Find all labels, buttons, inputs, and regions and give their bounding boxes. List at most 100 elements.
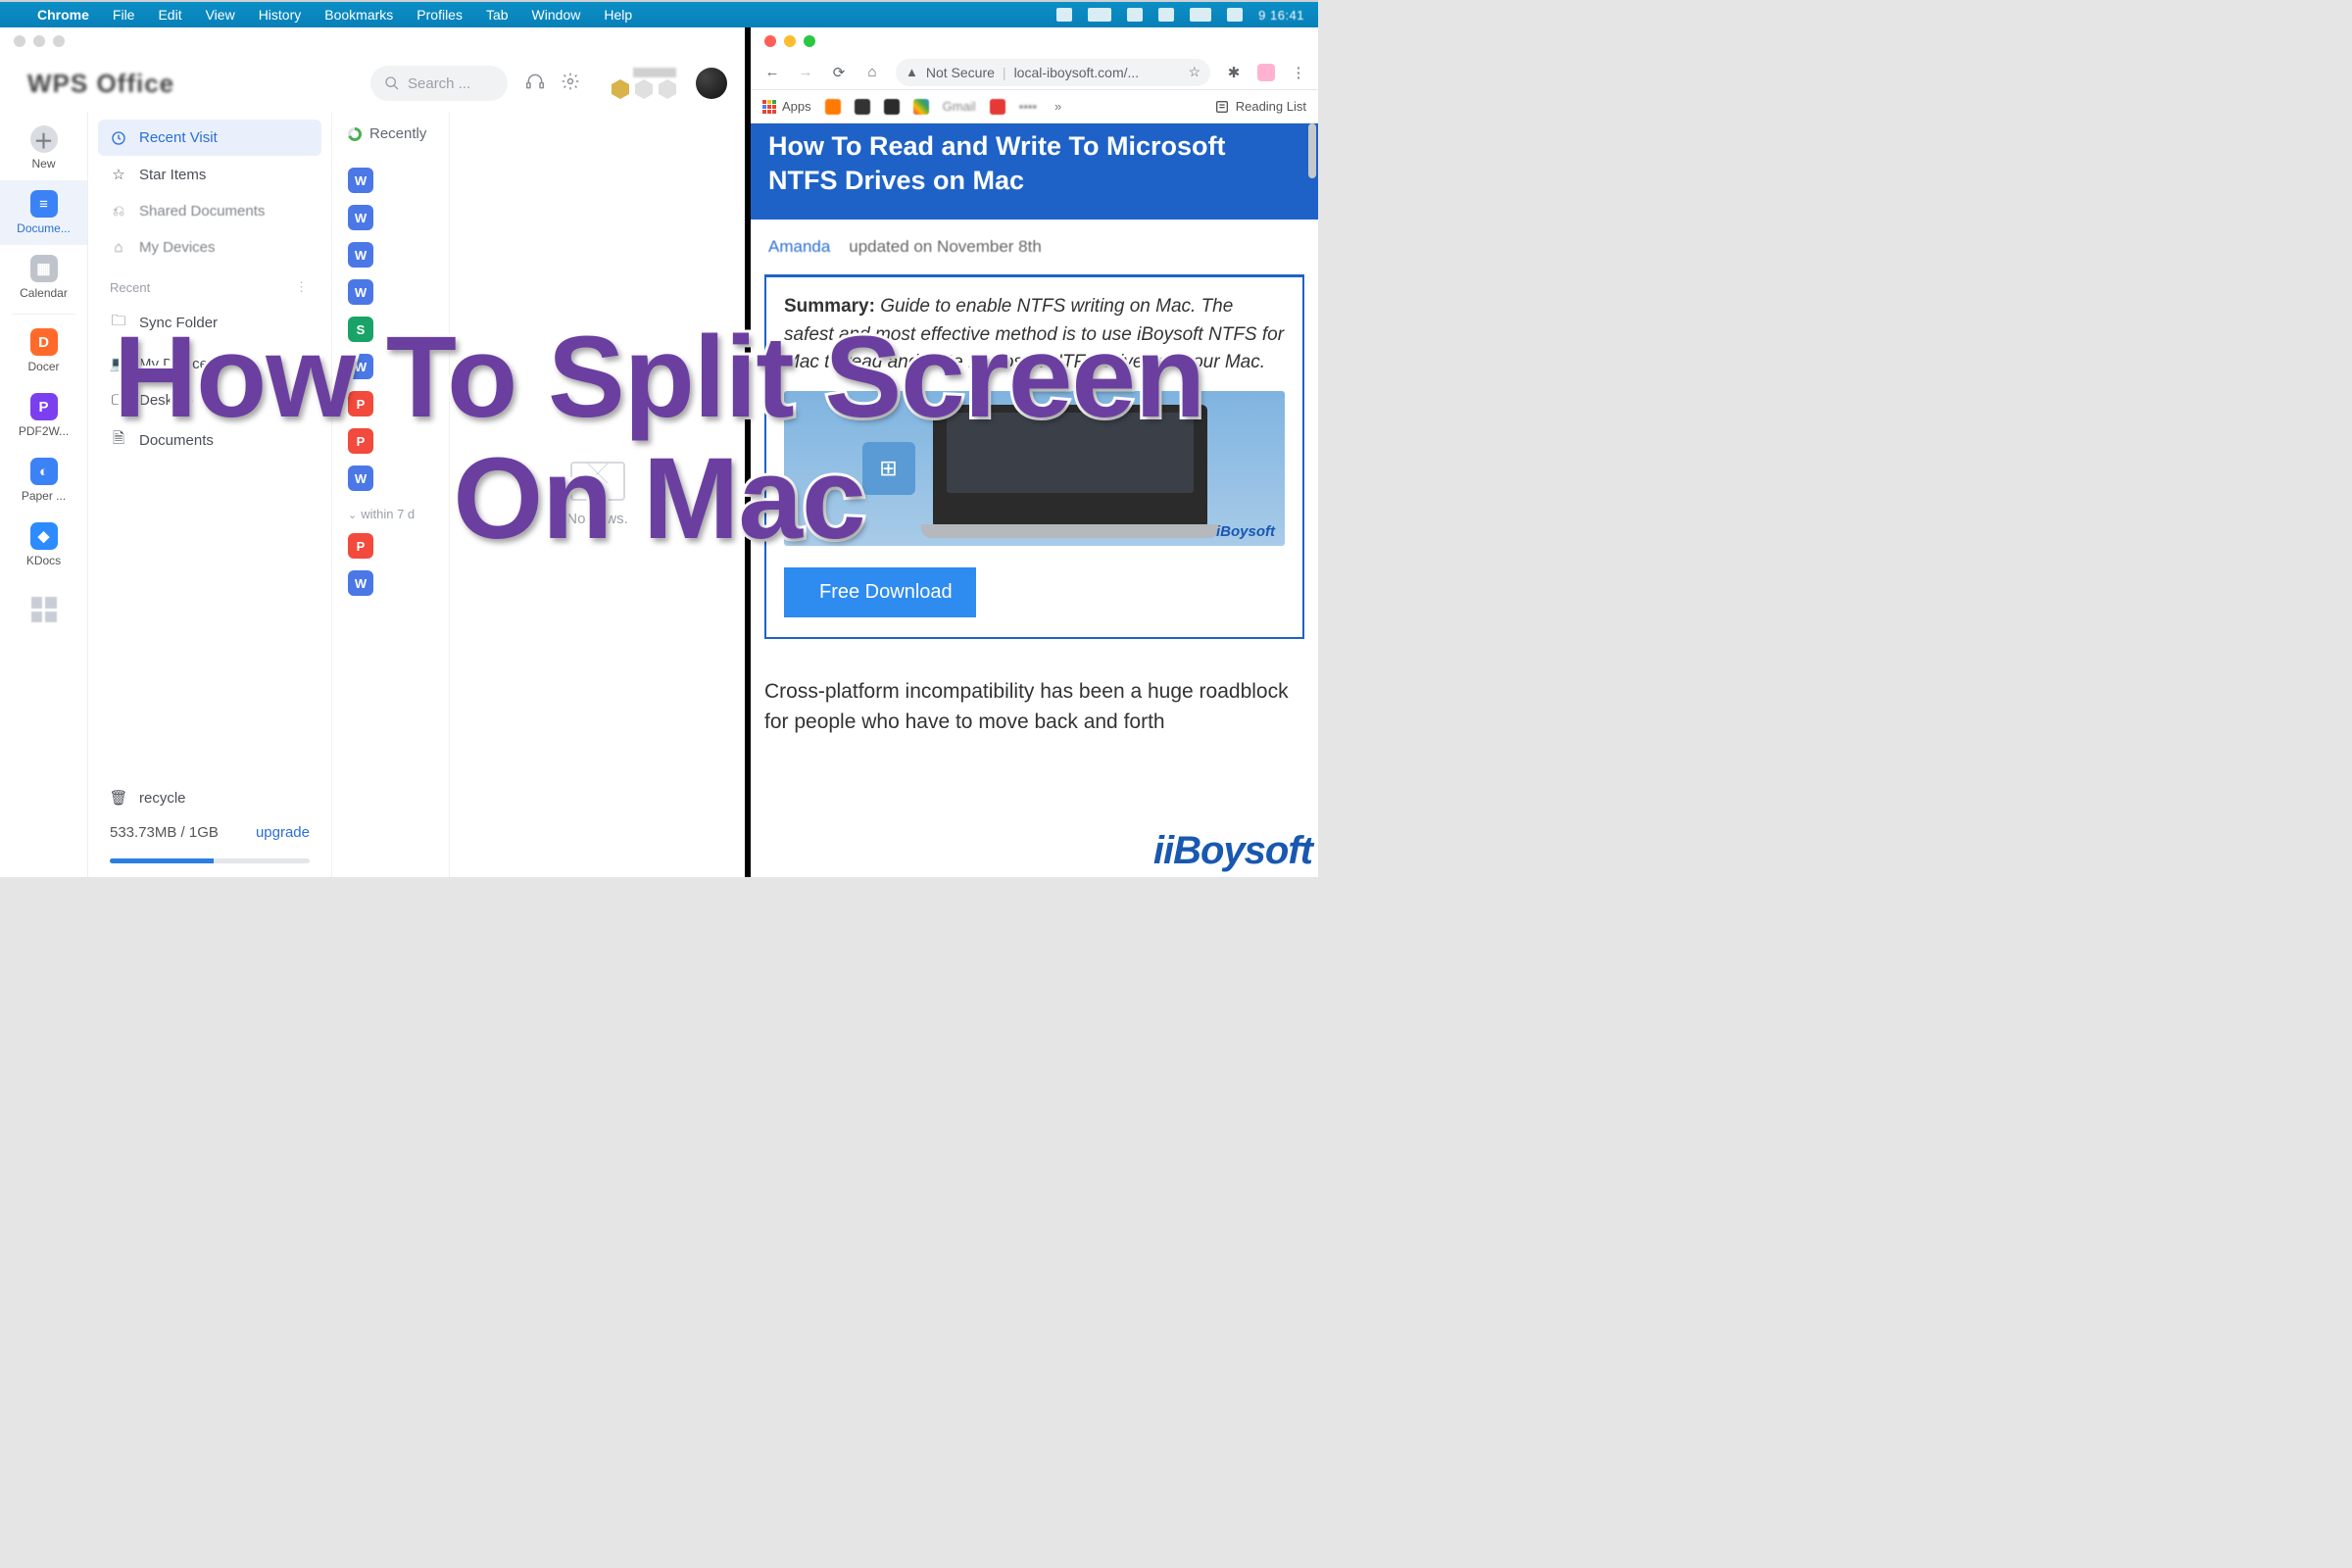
image-watermark: iBoysoft bbox=[1216, 523, 1275, 540]
nav-sync[interactable]: 🗀Sync Folder bbox=[98, 301, 321, 345]
preview-col: No news. bbox=[449, 112, 745, 877]
download-button[interactable]: Free Download bbox=[784, 567, 976, 617]
bookmark-icon[interactable] bbox=[913, 99, 929, 115]
bookmark-icon[interactable] bbox=[825, 99, 841, 115]
minimize-button[interactable] bbox=[33, 35, 45, 47]
file-chip-word[interactable]: W bbox=[348, 466, 373, 491]
chrome-menu-icon[interactable]: ⋮ bbox=[1289, 64, 1308, 81]
bookmark-icon[interactable] bbox=[990, 99, 1005, 115]
close-button[interactable] bbox=[764, 35, 776, 47]
bookmark-icon[interactable] bbox=[855, 99, 870, 115]
header-icons bbox=[525, 72, 580, 96]
window-controls-right bbox=[751, 27, 1318, 55]
file-chip-pdf[interactable]: P bbox=[348, 533, 373, 559]
fullscreen-button[interactable] bbox=[804, 35, 815, 47]
storage-text: 533.73MB / 1GB bbox=[110, 824, 219, 841]
file-chip-pdf[interactable]: P bbox=[348, 391, 373, 416]
app-brand: WPS Office bbox=[27, 69, 174, 99]
rail-new[interactable]: ＋New bbox=[0, 116, 87, 180]
article-hero: How To Read and Write To Microsoft NTFS … bbox=[751, 123, 1318, 220]
nav-mydevices[interactable]: ⌂ My Devices bbox=[98, 229, 321, 266]
sync-status-icon bbox=[348, 127, 362, 141]
rail-paper[interactable]: ◐Paper ... bbox=[0, 448, 87, 513]
empty-text: No news. bbox=[566, 511, 628, 527]
upgrade-link[interactable]: upgrade bbox=[256, 824, 310, 841]
menu-file[interactable]: File bbox=[113, 7, 135, 23]
minimize-button[interactable] bbox=[784, 35, 796, 47]
left-header: WPS Office Search ... bbox=[0, 55, 745, 112]
bookmark-label[interactable]: ▪▪▪▪ bbox=[1019, 99, 1037, 114]
fullscreen-button[interactable] bbox=[53, 35, 65, 47]
menu-help[interactable]: Help bbox=[604, 7, 632, 23]
avatar[interactable] bbox=[696, 68, 727, 99]
menu-profiles[interactable]: Profiles bbox=[416, 7, 463, 23]
file-chip-word[interactable]: W bbox=[348, 205, 373, 230]
file-chip-word[interactable]: W bbox=[348, 242, 373, 268]
scrollbar[interactable] bbox=[1308, 123, 1316, 178]
documents-icon: 🗎 bbox=[110, 428, 127, 453]
desktop-icon: 🖵 bbox=[110, 392, 127, 409]
menu-edit[interactable]: Edit bbox=[158, 7, 181, 23]
battery-icon[interactable] bbox=[1190, 8, 1211, 22]
nav-recycle[interactable]: 🗑recycle bbox=[98, 779, 321, 816]
laptop-graphic bbox=[933, 405, 1207, 532]
bm-overflow-icon[interactable]: » bbox=[1054, 99, 1061, 114]
left-rail: ＋New ≡Docume... ▦Calendar DDocer PPDF2W.… bbox=[0, 112, 88, 877]
status-icon[interactable] bbox=[1056, 8, 1072, 22]
right-window: ← → ⟳ ⌂ ▲ Not Secure | local-iboysoft.co… bbox=[751, 27, 1318, 877]
home-button[interactable]: ⌂ bbox=[862, 64, 882, 80]
menubar-app[interactable]: Chrome bbox=[37, 7, 89, 23]
chrome-toolbar: ← → ⟳ ⌂ ▲ Not Secure | local-iboysoft.co… bbox=[751, 55, 1318, 90]
file-chip-pdf[interactable]: P bbox=[348, 428, 373, 454]
share-icon: ⎌ bbox=[110, 203, 127, 220]
bookmark-icon[interactable] bbox=[884, 99, 900, 115]
forward-button[interactable]: → bbox=[796, 64, 815, 80]
rail-apps-icon[interactable] bbox=[31, 597, 57, 622]
nav-shared[interactable]: ⎌ Shared Documents bbox=[98, 193, 321, 229]
nav-recent-visit[interactable]: Recent Visit bbox=[98, 120, 321, 156]
not-secure-label: Not Secure bbox=[926, 65, 995, 80]
status-icon[interactable] bbox=[1088, 8, 1111, 22]
rail-calendar[interactable]: ▦Calendar bbox=[0, 245, 87, 310]
gear-icon[interactable] bbox=[561, 72, 580, 96]
extensions-icon[interactable]: ✱ bbox=[1224, 64, 1244, 81]
nav-mydevice[interactable]: 💻My Device bbox=[98, 345, 321, 382]
menubar-clock[interactable]: 9 16:41 bbox=[1258, 8, 1304, 23]
rail-docer[interactable]: DDocer bbox=[0, 318, 87, 383]
control-center-icon[interactable] bbox=[1227, 8, 1243, 22]
rail-documents[interactable]: ≡Docume... bbox=[0, 180, 87, 245]
file-chip-word[interactable]: W bbox=[348, 570, 373, 596]
bm-apps[interactable]: Apps bbox=[762, 99, 811, 114]
menu-tab[interactable]: Tab bbox=[486, 7, 509, 23]
status-icon[interactable] bbox=[1127, 8, 1143, 22]
file-chip-word[interactable]: W bbox=[348, 168, 373, 193]
rail-pdf2w[interactable]: PPDF2W... bbox=[0, 383, 87, 448]
search-icon bbox=[384, 75, 400, 91]
file-chip-word[interactable]: W bbox=[348, 354, 373, 379]
menu-window[interactable]: Window bbox=[532, 7, 581, 23]
nav-star[interactable]: ☆ Star Items bbox=[98, 156, 321, 193]
nav-documents[interactable]: 🗎Documents bbox=[98, 418, 321, 463]
rail-kdocs[interactable]: ◆KDocs bbox=[0, 513, 87, 577]
star-icon[interactable]: ☆ bbox=[1188, 64, 1200, 80]
reading-list[interactable]: Reading List bbox=[1214, 99, 1306, 115]
menu-history[interactable]: History bbox=[259, 7, 302, 23]
back-button[interactable]: ← bbox=[762, 64, 782, 80]
nav-desktop[interactable]: 🖵Desktop bbox=[98, 382, 321, 418]
status-icon[interactable] bbox=[1158, 8, 1174, 22]
menu-bookmarks[interactable]: Bookmarks bbox=[324, 7, 393, 23]
bookmark-label[interactable]: Gmail bbox=[943, 99, 976, 114]
reload-button[interactable]: ⟳ bbox=[829, 64, 849, 81]
storage-row: 533.73MB / 1GB upgrade bbox=[98, 816, 321, 858]
menu-view[interactable]: View bbox=[206, 7, 235, 23]
close-button[interactable] bbox=[14, 35, 25, 47]
headset-icon[interactable] bbox=[525, 72, 545, 96]
search-input[interactable]: Search ... bbox=[370, 66, 508, 101]
extension-pink-icon[interactable] bbox=[1257, 64, 1275, 81]
file-chip-sheet[interactable]: S bbox=[348, 317, 373, 342]
article-title: How To Read and Write To Microsoft NTFS … bbox=[768, 129, 1300, 198]
omnibox[interactable]: ▲ Not Secure | local-iboysoft.com/... ☆ bbox=[896, 59, 1210, 86]
product-image: ⊞ iBoysoft bbox=[784, 391, 1285, 546]
more-icon[interactable]: ⋮ bbox=[295, 279, 310, 295]
file-chip-word[interactable]: W bbox=[348, 279, 373, 305]
